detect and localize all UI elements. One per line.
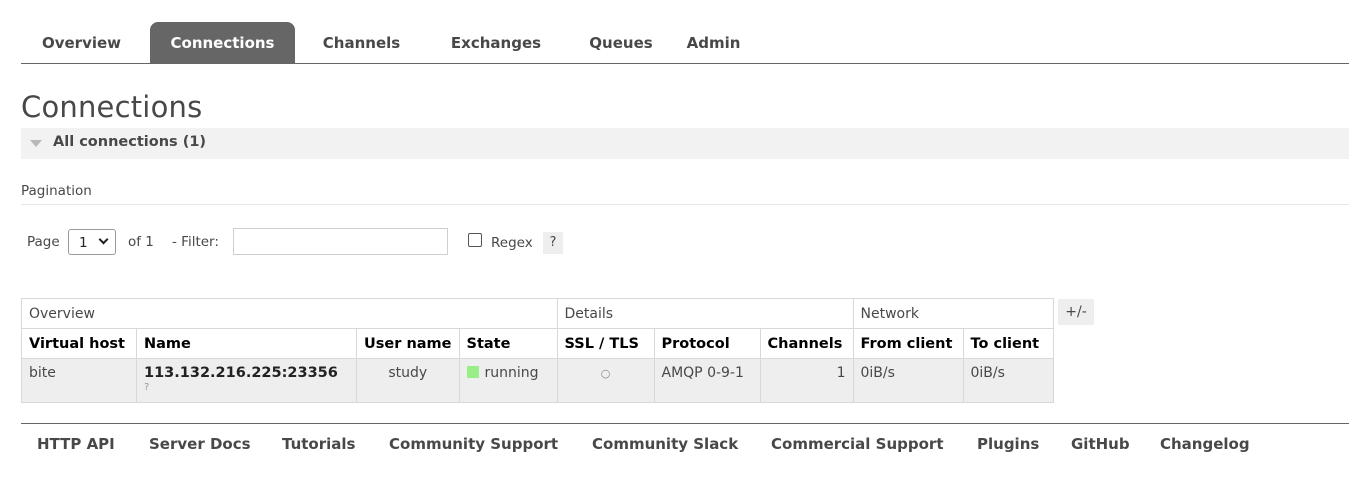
ssl-off-icon: ○: [600, 367, 611, 380]
footer-link-server-docs[interactable]: Server Docs: [149, 435, 251, 453]
footer-link-github[interactable]: GitHub: [1071, 435, 1130, 453]
group-header-details: Details: [556, 298, 854, 329]
page-title: Connections: [21, 90, 203, 124]
column-header-name[interactable]: Name: [136, 328, 357, 359]
footer-link-changelog[interactable]: Changelog: [1160, 435, 1250, 453]
footer-link-tutorials[interactable]: Tutorials: [282, 435, 355, 453]
regex-label: Regex: [491, 235, 533, 251]
footer-link-plugins[interactable]: Plugins: [977, 435, 1039, 453]
state-label: running: [484, 365, 539, 381]
footer-divider: [21, 423, 1349, 424]
connection-name-hint: ?: [144, 382, 150, 393]
connection-name-link[interactable]: 113.132.216.225:23356: [144, 365, 338, 381]
footer-link-commercial-support[interactable]: Commercial Support: [771, 435, 944, 453]
pagination-controls: Page 1 of 1 - Filter: Regex ?: [21, 228, 621, 256]
tab-admin[interactable]: Admin: [681, 22, 746, 63]
cell-user-name: study: [356, 358, 460, 403]
group-header-network: Network: [852, 298, 1054, 329]
filter-input[interactable]: [233, 228, 448, 255]
chevron-down-icon: [98, 234, 109, 245]
column-toggle-button[interactable]: +/-: [1058, 299, 1094, 325]
page-select[interactable]: 1: [68, 229, 116, 255]
tab-channels[interactable]: Channels: [309, 22, 414, 63]
state-running-indicator: [466, 366, 479, 378]
tab-queues[interactable]: Queues: [571, 22, 671, 63]
pagination-title: Pagination: [21, 183, 92, 199]
main-nav: Overview Connections Channels Exchanges …: [21, 22, 1349, 64]
cell-name[interactable]: 113.132.216.225:23356 ?: [136, 358, 357, 403]
regex-help-button[interactable]: ?: [543, 232, 563, 254]
table-row[interactable]: bite 113.132.216.225:23356 ? study runni…: [21, 358, 1054, 403]
page-select-value: 1: [79, 235, 88, 251]
column-header-ssl-tls[interactable]: SSL / TLS: [556, 328, 655, 359]
cell-channels: 1: [759, 358, 854, 403]
connections-table: Overview Details Network Virtual host Na…: [21, 298, 1054, 403]
column-header-from-client[interactable]: From client: [852, 328, 964, 359]
footer-link-community-support[interactable]: Community Support: [389, 435, 558, 453]
column-header-protocol[interactable]: Protocol: [653, 328, 761, 359]
cell-virtual-host: bite: [21, 358, 137, 403]
group-header-overview: Overview: [21, 298, 558, 329]
footer-link-http-api[interactable]: HTTP API: [37, 435, 115, 453]
tab-exchanges[interactable]: Exchanges: [431, 22, 561, 63]
column-header-state[interactable]: State: [458, 328, 558, 359]
column-header-channels[interactable]: Channels: [759, 328, 854, 359]
all-connections-toggle[interactable]: All connections (1): [21, 128, 1349, 159]
collapse-triangle-icon: [30, 140, 42, 147]
column-header-user-name[interactable]: User name: [356, 328, 460, 359]
cell-protocol: AMQP 0-9-1: [653, 358, 761, 403]
column-header-virtual-host[interactable]: Virtual host: [21, 328, 137, 359]
cell-ssl-tls: ○: [556, 358, 655, 403]
regex-checkbox[interactable]: [468, 233, 482, 247]
tab-connections[interactable]: Connections: [150, 22, 295, 63]
cell-from-client: 0iB/s: [852, 358, 964, 403]
section-label: All connections (1): [53, 134, 207, 150]
cell-state: running: [458, 358, 558, 403]
column-header-to-client[interactable]: To client: [962, 328, 1054, 359]
page-count-label: of 1: [128, 234, 154, 250]
filter-label: - Filter:: [172, 234, 219, 250]
cell-to-client: 0iB/s: [962, 358, 1054, 403]
tab-overview[interactable]: Overview: [21, 22, 142, 63]
page-label: Page: [27, 234, 60, 250]
footer-link-community-slack[interactable]: Community Slack: [592, 435, 738, 453]
divider: [21, 204, 1349, 205]
